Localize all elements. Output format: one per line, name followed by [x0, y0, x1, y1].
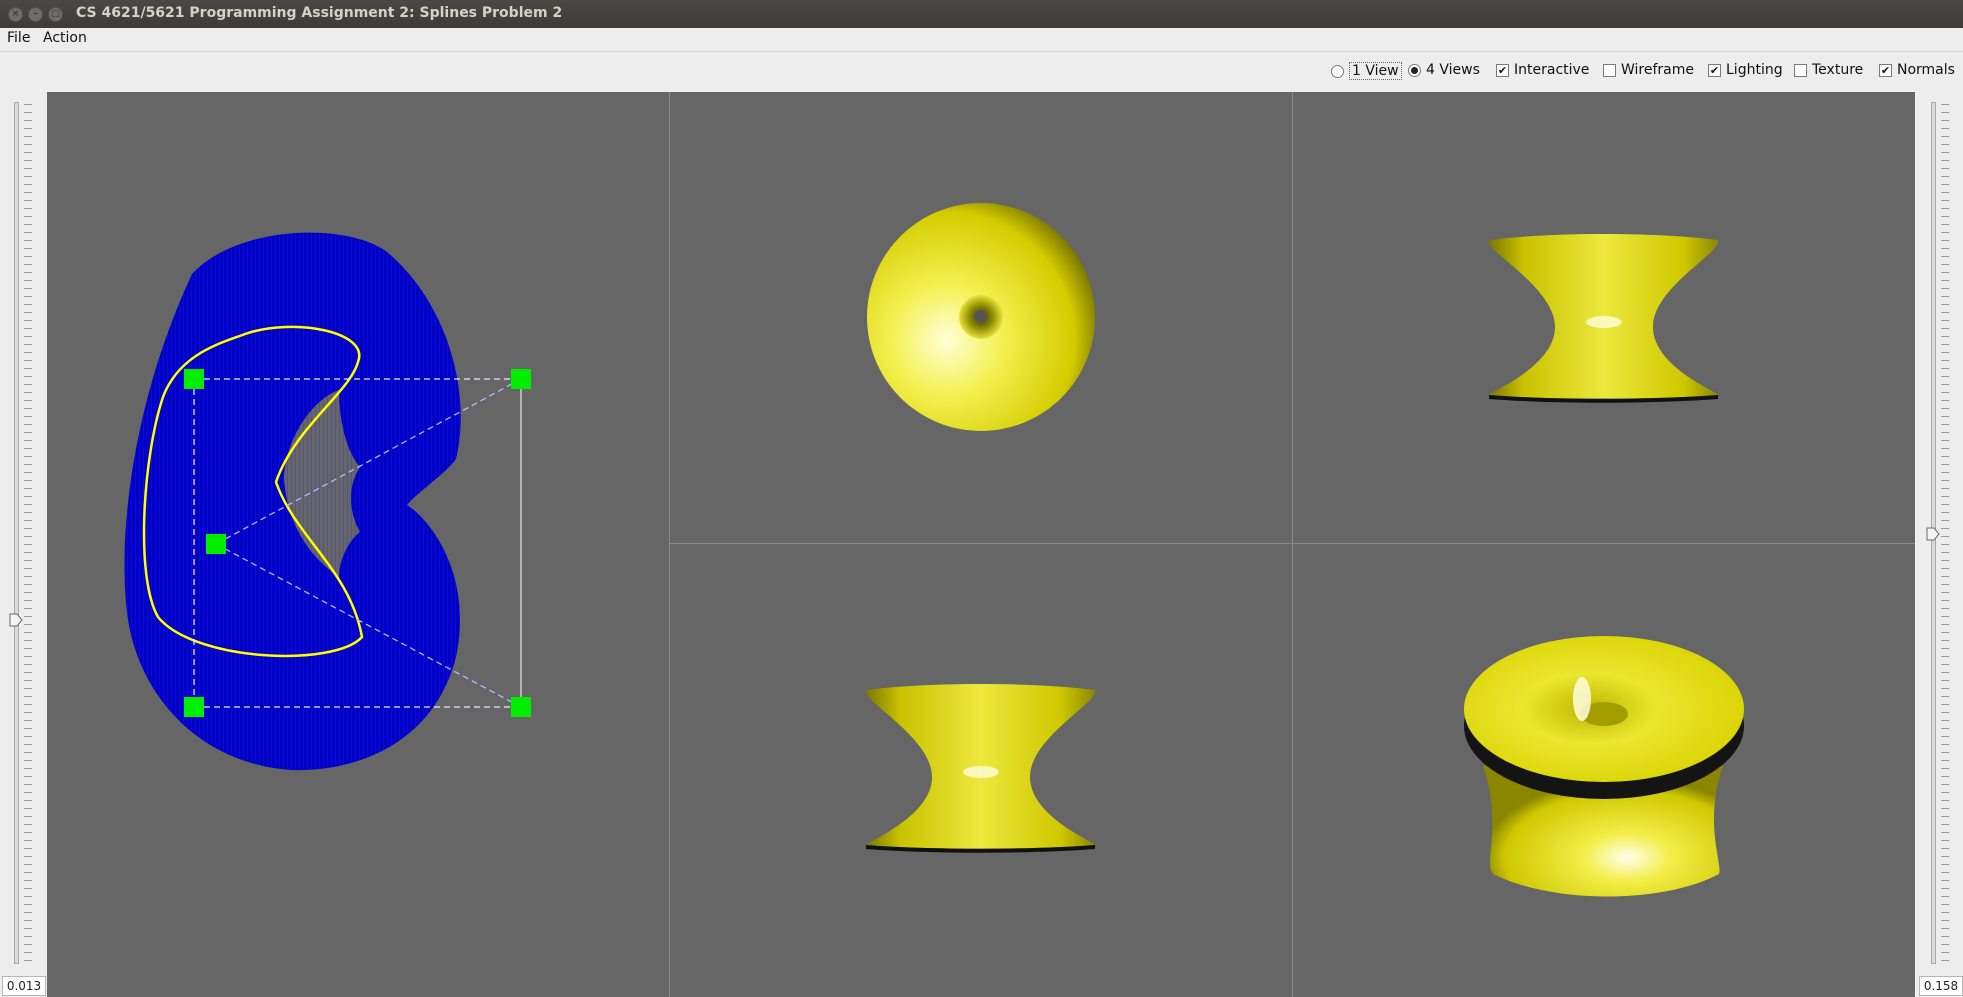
- close-window-icon[interactable]: ×: [8, 7, 23, 22]
- side-view[interactable]: [1293, 92, 1915, 543]
- surface-highlight: [1573, 677, 1591, 721]
- control-point[interactable]: [184, 369, 204, 389]
- front-view[interactable]: [670, 544, 1292, 997]
- top-view[interactable]: [670, 92, 1292, 543]
- slider-track[interactable]: [14, 102, 19, 964]
- one-view-label: 1 View: [1349, 62, 1402, 80]
- menu-bar: File Action: [0, 28, 1963, 52]
- radio-selected-icon[interactable]: [1408, 63, 1421, 77]
- checkbox-checked-icon[interactable]: ✔: [1879, 63, 1892, 77]
- checkbox-unchecked-icon[interactable]: [1603, 63, 1616, 77]
- texture-checkbox[interactable]: Texture: [1794, 62, 1863, 78]
- left-slider-value: 0.013: [2, 976, 46, 996]
- surface-highlight: [1586, 316, 1622, 328]
- interactive-label: Interactive: [1514, 62, 1590, 78]
- radio-icon[interactable]: [1331, 64, 1344, 78]
- checkbox-unchecked-icon[interactable]: [1794, 63, 1807, 77]
- lighting-checkbox[interactable]: ✔ Lighting: [1708, 62, 1783, 78]
- maximize-window-icon[interactable]: □: [48, 7, 63, 22]
- left-vertical-slider[interactable]: 0.013: [0, 92, 46, 997]
- right-vertical-slider[interactable]: 0.158: [1917, 92, 1963, 997]
- control-point[interactable]: [206, 534, 226, 554]
- texture-label: Texture: [1812, 62, 1864, 78]
- window-titlebar: × – □ CS 4621/5621 Programming Assignmen…: [0, 0, 1963, 28]
- spline-editor-view[interactable]: [47, 92, 669, 997]
- checkbox-checked-icon[interactable]: ✔: [1496, 63, 1509, 77]
- wireframe-label: Wireframe: [1621, 62, 1695, 78]
- control-point[interactable]: [511, 697, 531, 717]
- normals-label: Normals: [1897, 62, 1955, 78]
- one-view-radio[interactable]: 1 View: [1331, 62, 1402, 80]
- checkbox-checked-icon[interactable]: ✔: [1708, 63, 1721, 77]
- slider-ticks: [24, 104, 32, 962]
- wireframe-checkbox[interactable]: Wireframe: [1603, 62, 1694, 78]
- perspective-view[interactable]: [1293, 544, 1915, 997]
- control-point[interactable]: [184, 697, 204, 717]
- interactive-checkbox[interactable]: ✔ Interactive: [1496, 62, 1589, 78]
- slider-thumb-icon[interactable]: [9, 613, 23, 627]
- render-viewport[interactable]: [47, 92, 1915, 997]
- slider-ticks: [1941, 104, 1949, 962]
- normals-band: [124, 232, 461, 771]
- surface-hole-center: [974, 310, 986, 322]
- four-views-radio[interactable]: 4 Views: [1408, 62, 1480, 78]
- window-title: CS 4621/5621 Programming Assignment 2: S…: [76, 5, 563, 21]
- control-point[interactable]: [511, 369, 531, 389]
- menu-action[interactable]: Action: [43, 30, 87, 46]
- right-slider-value: 0.158: [1919, 976, 1963, 996]
- lighting-label: Lighting: [1726, 62, 1783, 78]
- view-options-toolbar: 1 View 4 Views ✔ Interactive Wireframe ✔…: [0, 52, 1963, 90]
- minimize-window-icon[interactable]: –: [28, 7, 43, 22]
- menu-file[interactable]: File: [7, 30, 30, 46]
- slider-thumb-icon[interactable]: [1926, 527, 1940, 541]
- surface-highlight: [963, 766, 999, 778]
- normals-checkbox[interactable]: ✔ Normals: [1879, 62, 1955, 78]
- four-views-label: 4 Views: [1426, 62, 1480, 78]
